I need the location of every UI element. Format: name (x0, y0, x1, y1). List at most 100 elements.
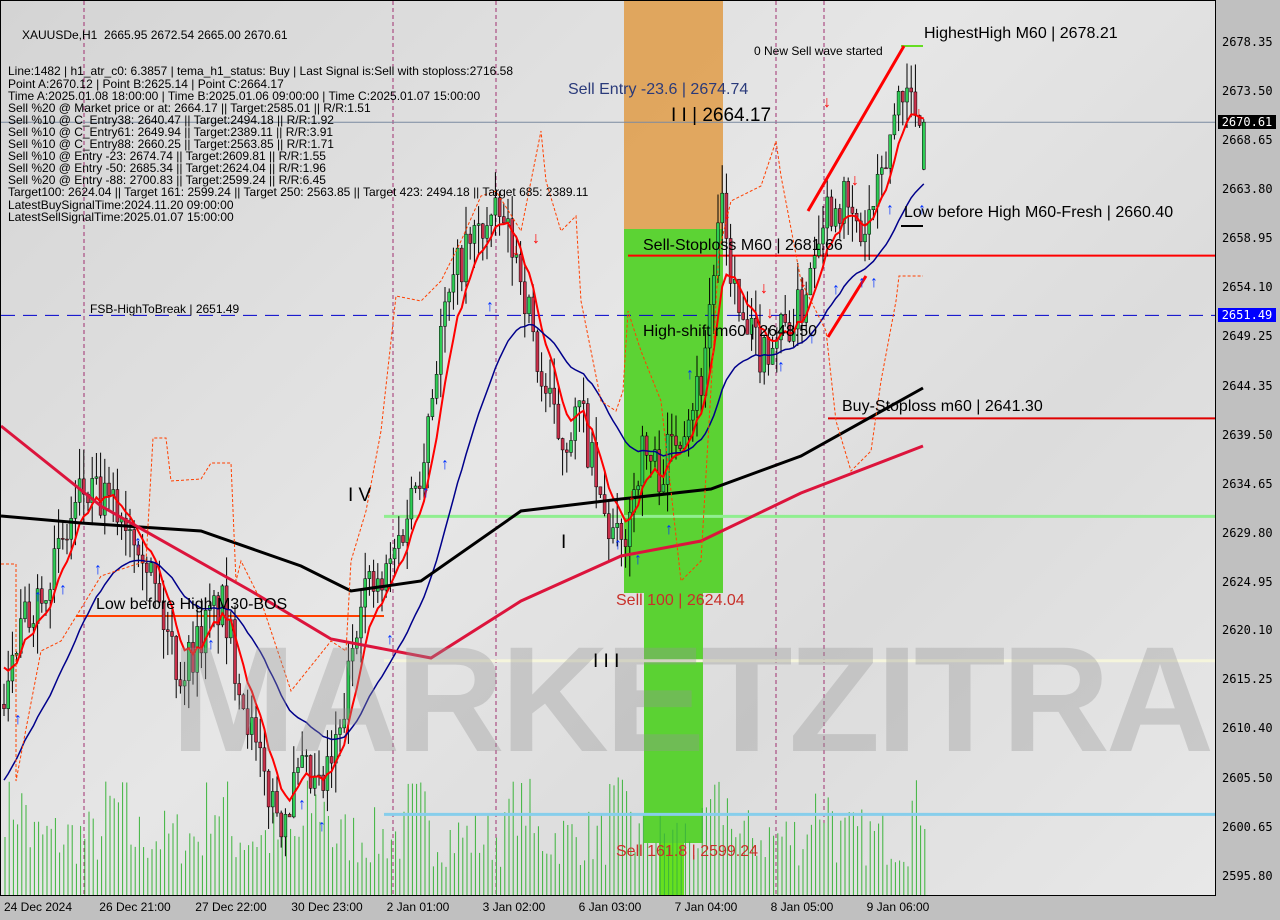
candle-body (615, 523, 619, 528)
sell-arrow-icon: ↓ (799, 274, 807, 291)
x-tick-label: 3 Jan 02:00 (482, 900, 546, 914)
y-tick-label: 2673.50 (1222, 83, 1273, 98)
candle-body (875, 174, 880, 207)
candle-body (426, 416, 430, 463)
candle-body (657, 449, 661, 493)
y-tick-label: 2595.80 (1222, 869, 1273, 883)
y-tick-label: 2600.65 (1222, 820, 1273, 834)
candle-body (573, 406, 577, 441)
sell-arrow-icon: ↓ (532, 230, 540, 247)
symbol-ohlc: XAUUSDe,H1 2665.95 2672.54 2665.00 2670.… (22, 28, 288, 43)
candle-body (376, 578, 380, 592)
candle-body (413, 485, 418, 489)
candle-body (644, 435, 649, 456)
candle-body (712, 275, 716, 305)
y-tick-label: 2605.50 (1222, 771, 1273, 785)
candle-body (107, 482, 111, 496)
buy-arrow-icon: ↑ (441, 456, 449, 473)
candle-body (909, 87, 913, 93)
x-tick-label: 30 Dec 23:00 (291, 900, 363, 914)
wave-i-label: I (561, 532, 567, 553)
candle-body (447, 291, 451, 303)
wave-iii-label: I I I (593, 651, 620, 672)
y-tick-label: 2624.95 (1222, 574, 1273, 589)
info-line: Target100: 2624.04 || Target 161: 2599.2… (8, 185, 589, 200)
sell-arrow-icon: ↓ (823, 94, 831, 111)
x-tick-label: 6 Jan 03:00 (578, 900, 642, 914)
candle-body (892, 114, 897, 136)
candle-body (275, 791, 279, 814)
x-tick-label: 8 Jan 05:00 (770, 900, 834, 914)
chart-plot-area[interactable]: MARKETZITRADE ↑↑↑↑↑↑↑↑↑↑↑↑↑↑↑↑↑↑↑↑↑↑↑↓↓↓… (0, 0, 1216, 896)
candle-body (552, 387, 556, 405)
candle-body (485, 225, 489, 239)
candle-body (145, 562, 149, 573)
low-before-high-fresh-label: Low before High M60-Fresh | 2660.40 (904, 204, 1174, 221)
candle-body (481, 223, 485, 239)
y-tick-label: 2629.80 (1222, 525, 1273, 540)
candle-body (392, 548, 397, 560)
candle-body (430, 398, 435, 417)
wave-iv-label: I V (348, 485, 372, 506)
wave-c-label: I I | 2664.17 (671, 105, 772, 126)
buy-arrow-icon: ↑ (777, 358, 785, 375)
y-tick-label: 2620.10 (1222, 623, 1273, 638)
sell-161-label: Sell 161.8 | 2599.24 (616, 843, 759, 860)
sell-entry-label: Sell Entry -23.6 | 2674.74 (568, 81, 749, 98)
candle-body (880, 167, 884, 175)
candle-body (523, 281, 527, 315)
y-tick-label: 2644.35 (1222, 378, 1273, 393)
candle-body (6, 680, 10, 709)
candle-body (2, 703, 6, 709)
candle-body (149, 562, 153, 573)
candle-body (695, 376, 699, 411)
candle-body (766, 337, 771, 365)
buy-arrow-icon: ↑ (665, 521, 673, 538)
candle-body (472, 225, 477, 244)
candle-body (31, 623, 36, 628)
candle-body (649, 454, 653, 462)
candle-body (397, 535, 401, 549)
y-tick-label: 2639.50 (1222, 427, 1273, 442)
candle-body (468, 233, 472, 244)
x-tick-label: 9 Jan 06:00 (866, 900, 930, 914)
watermark-logo: MARKETZITRADE (171, 615, 1215, 783)
candle-body (884, 167, 888, 170)
candle-body (527, 296, 531, 315)
candle-body (888, 134, 892, 169)
candle-body (598, 486, 603, 495)
candle-body (455, 247, 460, 275)
candle-body (439, 326, 443, 375)
candle-body (401, 535, 405, 543)
buy-arrow-icon: ↑ (886, 201, 894, 218)
x-tick-label: 7 Jan 04:00 (674, 900, 738, 914)
candle-body (476, 223, 481, 226)
candle-body (363, 578, 367, 608)
candle-body (670, 434, 674, 437)
sell-arrow-icon: ↓ (723, 206, 731, 223)
candle-body (699, 376, 703, 396)
x-tick-label: 2 Jan 01:00 (386, 900, 450, 914)
candle-body (678, 445, 682, 449)
x-tick-label: 24 Dec 2024 (3, 900, 73, 914)
candle-body (388, 558, 393, 564)
sell-arrow-icon: ↓ (915, 105, 923, 122)
y-tick-label: 2654.10 (1222, 279, 1273, 294)
candle-body (556, 403, 561, 439)
candle-body (94, 476, 99, 479)
candle-body (901, 91, 905, 103)
candle-body (838, 208, 842, 224)
candle-body (586, 403, 590, 468)
candle-body (577, 400, 582, 408)
candle-body (153, 562, 157, 584)
buy-arrow-icon: ↑ (686, 366, 694, 383)
candle-body (23, 601, 27, 619)
info-line: Line:1482 | h1_atr_c0: 6.3857 | tema_h1_… (8, 64, 514, 79)
candle-body (418, 485, 422, 489)
candle-body (451, 274, 456, 293)
buy-stoploss-label: Buy-Stoploss m60 | 2641.30 (842, 398, 1043, 415)
candle-body (871, 206, 876, 211)
candle-body (52, 548, 57, 590)
candle-body (800, 289, 804, 323)
candle-body (283, 814, 288, 838)
